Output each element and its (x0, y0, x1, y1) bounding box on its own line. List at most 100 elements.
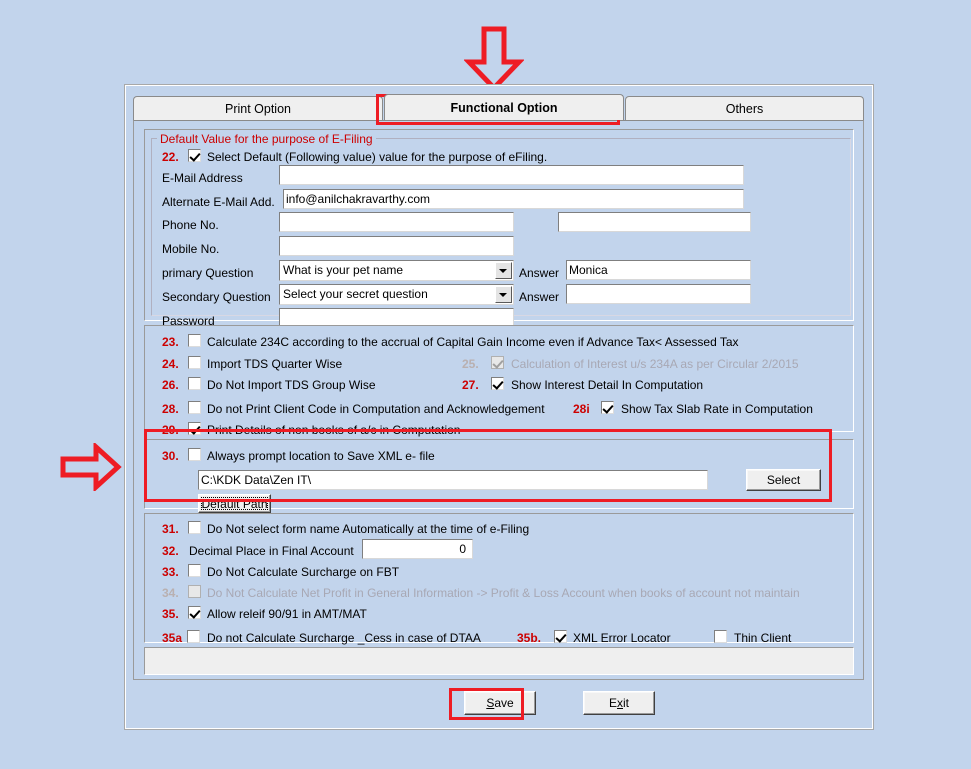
item-24-number: 24. (162, 357, 179, 371)
mobile-no-label: Mobile No. (162, 242, 220, 256)
default-path-label: Default Path (201, 496, 268, 511)
item-31-label: Do Not select form name Automatically at… (207, 522, 530, 536)
item-28-checkbox[interactable] (188, 401, 201, 414)
item-28i-checkbox[interactable] (601, 401, 614, 414)
xml-path-input[interactable]: C:\KDK Data\Zen IT\ (198, 470, 708, 490)
item-35a-number: 35a (162, 631, 183, 645)
item-35-label: Allow releif 90/91 in AMT/MAT (207, 607, 367, 621)
item-35a-checkbox[interactable] (187, 630, 200, 643)
item-27-label: Show Interest Detail In Computation (511, 378, 704, 392)
item-35b-number: 35b. (517, 631, 542, 645)
secondary-answer-input[interactable] (566, 284, 751, 304)
item-25-number: 25. (462, 357, 479, 371)
item-26-number: 26. (162, 378, 179, 392)
secondary-question-combo[interactable]: Select your secret question (279, 284, 514, 305)
select-path-label: Select (766, 473, 801, 487)
item-28-number: 28. (162, 402, 179, 416)
empty-spacer-panel (144, 647, 854, 675)
primary-answer-input[interactable]: Monica (566, 260, 751, 280)
item-28-label: Do not Print Client Code in Computation … (207, 402, 545, 416)
exit-prefix: E (608, 696, 617, 710)
item-32-number: 32. (162, 544, 179, 558)
chevron-down-icon[interactable] (495, 286, 512, 303)
item-29-label: Print Details of non books of a/c in Com… (207, 423, 461, 437)
item-28i-label: Show Tax Slab Rate in Computation (621, 402, 813, 416)
email-address-input[interactable] (279, 165, 744, 185)
item-30-label: Always prompt location to Save XML e- fi… (207, 449, 435, 463)
mobile-no-input[interactable] (279, 236, 514, 256)
secondary-question-value: Select your secret question (283, 287, 428, 301)
item-22-label: Select Default (Following value) value f… (207, 150, 548, 164)
save-button[interactable]: Save (464, 691, 536, 715)
secondary-question-label: Secondary Question (162, 290, 271, 304)
item-35a-label: Do not Calculate Surcharge _Cess in case… (207, 631, 481, 645)
item-26-label: Do Not Import TDS Group Wise (207, 378, 376, 392)
item-30-checkbox[interactable] (188, 448, 201, 461)
phone-no-secondary-input[interactable] (558, 212, 751, 232)
exit-suffix: it (623, 696, 629, 710)
item-29-checkbox[interactable] (188, 422, 201, 435)
item-33-number: 33. (162, 565, 179, 579)
item-28i-number: 28i (573, 402, 590, 416)
item-23-checkbox[interactable] (188, 334, 201, 347)
item-23-label: Calculate 234C according to the accrual … (207, 335, 739, 349)
dialog-content: Print Option Functional Option Others De… (133, 94, 864, 719)
item-26-checkbox[interactable] (188, 377, 201, 390)
item-35-checkbox[interactable] (188, 606, 201, 619)
down-arrow-annotation (464, 26, 524, 92)
item-34-label: Do Not Calculate Net Profit in General I… (207, 586, 800, 600)
save-button-label: Save (486, 696, 513, 710)
item-23-number: 23. (162, 335, 179, 349)
item-22-number: 22. (162, 150, 179, 164)
item-34-checkbox (188, 585, 201, 598)
item-33-label: Do Not Calculate Surcharge on FBT (207, 565, 400, 579)
alternate-email-label: Alternate E-Mail Add. (162, 195, 275, 209)
primary-question-label: primary Question (162, 266, 254, 280)
right-arrow-annotation (60, 443, 122, 491)
options-panel-a: 23. Calculate 234C according to the accr… (144, 325, 854, 437)
tab-print-option[interactable]: Print Option (133, 96, 383, 120)
decimal-place-input[interactable]: 0 (362, 539, 473, 559)
thin-client-checkbox[interactable] (714, 630, 727, 643)
primary-question-combo[interactable]: What is your pet name (279, 260, 514, 281)
item-33-checkbox[interactable] (188, 564, 201, 577)
item-31-checkbox[interactable] (188, 521, 201, 534)
tab-others[interactable]: Others (625, 96, 864, 120)
exit-button-label: Exit (609, 696, 629, 710)
alternate-email-input[interactable]: info@anilchakravarthy.com (283, 189, 744, 209)
secondary-answer-label: Answer (519, 290, 560, 304)
item-27-number: 27. (462, 378, 479, 392)
item-29-number: 29. (162, 423, 179, 437)
item-34-number: 34. (162, 586, 179, 600)
default-path-button[interactable]: Default Path (198, 494, 271, 513)
phone-no-input[interactable] (279, 212, 514, 232)
tab-print-option-label: Print Option (224, 101, 291, 116)
item-30-number: 30. (162, 449, 179, 463)
primary-answer-label: Answer (519, 266, 560, 280)
item-35b-label: XML Error Locator (573, 631, 671, 645)
save-suffix: ave (494, 696, 514, 710)
efiling-defaults-panel: Default Value for the purpose of E-Filin… (144, 129, 854, 328)
tab-functional-option[interactable]: Functional Option (384, 94, 624, 120)
options-panel-b: 31. Do Not select form name Automaticall… (144, 513, 854, 645)
item-35b-checkbox[interactable] (554, 630, 567, 643)
thin-client-label: Thin Client (734, 631, 792, 645)
item-32-label: Decimal Place in Final Account (189, 544, 354, 558)
item-31-number: 31. (162, 522, 179, 536)
item-22-checkbox[interactable] (188, 149, 201, 162)
item-27-checkbox[interactable] (491, 377, 504, 390)
select-path-button[interactable]: Select (746, 469, 821, 491)
tab-strip: Print Option Functional Option Others (133, 94, 864, 120)
tab-others-label: Others (725, 101, 764, 116)
item-35-number: 35. (162, 607, 179, 621)
email-address-label: E-Mail Address (162, 171, 243, 185)
primary-question-value: What is your pet name (283, 263, 404, 277)
efiling-group-title: Default Value for the purpose of E-Filin… (157, 132, 376, 146)
item-24-checkbox[interactable] (188, 356, 201, 369)
functional-option-page: Default Value for the purpose of E-Filin… (133, 120, 864, 680)
chevron-down-icon[interactable] (495, 262, 512, 279)
item-25-label: Calculation of Interest u/s 234A as per … (511, 357, 799, 371)
xml-location-panel: 30. Always prompt location to Save XML e… (144, 439, 854, 513)
tab-functional-option-label: Functional Option (450, 100, 558, 115)
exit-button[interactable]: Exit (583, 691, 655, 715)
